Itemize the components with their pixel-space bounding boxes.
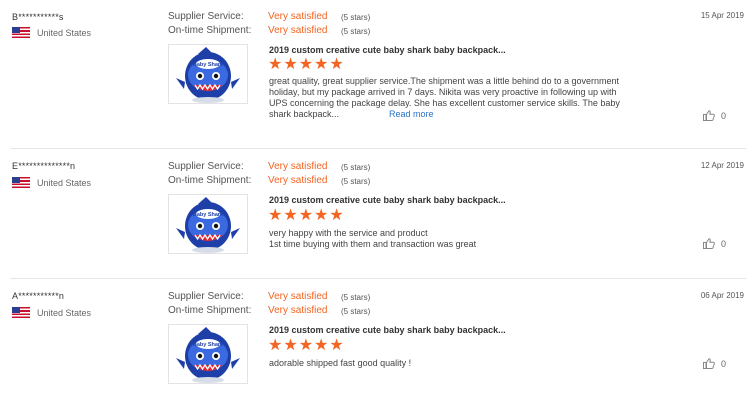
- ontime-shipment-value: Very satisfied: [268, 305, 328, 316]
- review-text: great quality, great supplier service.Th…: [269, 76, 739, 120]
- star-icon: ★: [268, 207, 284, 224]
- star-icon: ★: [314, 207, 330, 224]
- star-icon: ★: [268, 56, 284, 73]
- baby-shark-backpack-image: Baby Shark: [176, 327, 240, 383]
- svg-text:Baby Shark: Baby Shark: [193, 342, 224, 348]
- ontime-shipment-stars: (5 stars): [341, 307, 371, 316]
- like-button[interactable]: 0: [703, 358, 726, 369]
- star-icon: ★: [283, 207, 299, 224]
- thumbs-up-icon: [703, 110, 715, 121]
- star-icon: ★: [298, 337, 315, 354]
- supplier-service-label: Supplier Service:: [168, 11, 244, 22]
- svg-text:Baby Shark: Baby Shark: [193, 212, 224, 218]
- star-icon: ★: [298, 56, 315, 73]
- us-flag-icon: [12, 307, 30, 318]
- buyer-name: B***********s: [12, 12, 64, 22]
- like-button[interactable]: 0: [703, 110, 726, 121]
- review-text-line: great quality, great supplier service.Th…: [269, 76, 620, 86]
- star-icon: ★: [283, 56, 299, 73]
- star-icon: ★: [314, 56, 330, 73]
- rating-stars: ★★★★★: [268, 57, 345, 73]
- us-flag-icon: [12, 177, 30, 188]
- country-name: United States: [37, 177, 92, 188]
- product-title[interactable]: 2019 custom creative cute baby shark bab…: [269, 45, 506, 55]
- supplier-service-stars: (5 stars): [341, 13, 371, 22]
- country-name: United States: [37, 307, 92, 318]
- review-date: 15 Apr 2019: [700, 11, 744, 20]
- like-count: 0: [721, 238, 727, 249]
- ontime-shipment-label: On-time Shipment:: [168, 175, 252, 186]
- buyer-country: United States: [12, 307, 91, 318]
- ontime-shipment-label: On-time Shipment:: [168, 25, 252, 36]
- review-text-line: holiday, but my package arrived in 7 day…: [269, 87, 617, 97]
- supplier-service-stars: (5 stars): [341, 163, 371, 172]
- star-icon: ★: [329, 56, 345, 73]
- review-text: very happy with the service and product …: [269, 228, 739, 250]
- supplier-service-value: Very satisfied: [268, 291, 328, 302]
- ontime-shipment-value: Very satisfied: [268, 25, 328, 36]
- thumbs-up-icon: [703, 358, 715, 369]
- country-name: United States: [37, 27, 92, 38]
- buyer-name: E**************n: [12, 161, 76, 171]
- read-more-link[interactable]: Read more: [389, 109, 434, 119]
- product-thumbnail[interactable]: Baby Shark: [168, 324, 248, 384]
- star-icon: ★: [283, 337, 299, 354]
- review-text-line: very happy with the service and product: [269, 228, 428, 238]
- ontime-shipment-value: Very satisfied: [268, 175, 328, 186]
- like-count: 0: [721, 358, 727, 369]
- buyer-country: United States: [12, 27, 91, 38]
- star-icon: ★: [329, 207, 345, 224]
- supplier-service-label: Supplier Service:: [168, 291, 244, 302]
- buyer-country: United States: [12, 177, 91, 188]
- review-text-line: shark backpack... Read more: [269, 109, 739, 120]
- buyer-name: A***********n: [12, 291, 65, 301]
- like-button[interactable]: 0: [703, 238, 726, 249]
- rating-stars: ★★★★★: [268, 208, 345, 224]
- star-icon: ★: [329, 337, 345, 354]
- supplier-service-label: Supplier Service:: [168, 161, 244, 172]
- review-divider: [10, 278, 746, 279]
- star-icon: ★: [314, 337, 330, 354]
- review-divider: [10, 148, 746, 149]
- product-thumbnail[interactable]: Baby Shark: [168, 194, 248, 254]
- review-text-line: adorable shipped fast good quality !: [269, 358, 412, 368]
- review-text-line: UPS concerning the package delay. She ha…: [269, 98, 620, 108]
- svg-text:Baby Shark: Baby Shark: [193, 62, 224, 68]
- supplier-service-value: Very satisfied: [268, 11, 328, 22]
- baby-shark-backpack-image: Baby Shark: [176, 197, 240, 253]
- review-date: 06 Apr 2019: [700, 291, 744, 300]
- review-text: adorable shipped fast good quality !: [269, 358, 739, 369]
- star-icon: ★: [298, 207, 315, 224]
- product-title[interactable]: 2019 custom creative cute baby shark bab…: [269, 325, 506, 335]
- ontime-shipment-stars: (5 stars): [341, 177, 371, 186]
- ontime-shipment-stars: (5 stars): [341, 27, 371, 36]
- thumbs-up-icon: [703, 238, 715, 249]
- baby-shark-backpack-image: Baby Shark: [176, 47, 240, 103]
- product-thumbnail[interactable]: Baby Shark: [168, 44, 248, 104]
- supplier-service-stars: (5 stars): [341, 293, 371, 302]
- review-date: 12 Apr 2019: [700, 161, 744, 170]
- ontime-shipment-label: On-time Shipment:: [168, 305, 252, 316]
- supplier-service-value: Very satisfied: [268, 161, 328, 172]
- like-count: 0: [721, 110, 727, 121]
- review-text-tail: shark backpack...: [269, 109, 340, 119]
- star-icon: ★: [268, 337, 284, 354]
- product-title[interactable]: 2019 custom creative cute baby shark bab…: [269, 195, 506, 205]
- rating-stars: ★★★★★: [268, 338, 345, 354]
- us-flag-icon: [12, 27, 30, 38]
- review-text-line: 1st time buying with them and transactio…: [269, 239, 477, 249]
